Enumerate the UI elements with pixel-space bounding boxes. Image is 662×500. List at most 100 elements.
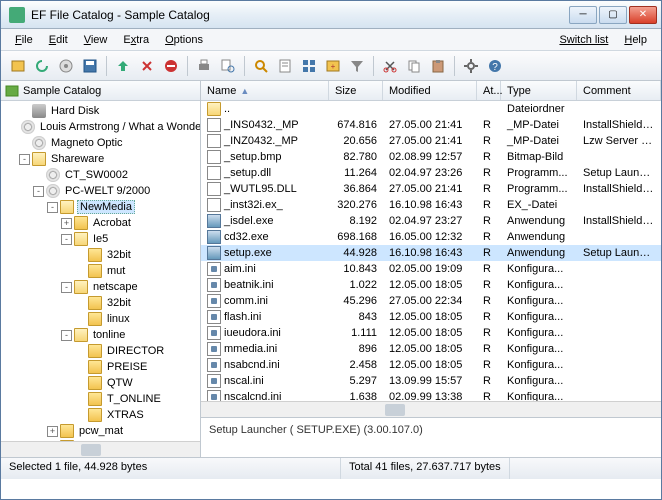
tb-search-icon[interactable]	[250, 55, 272, 77]
tree-node[interactable]: XTRAS	[1, 407, 200, 423]
col-attributes[interactable]: At...	[477, 81, 501, 100]
menu-view[interactable]: View	[76, 32, 116, 48]
tb-up-icon[interactable]	[112, 55, 134, 77]
file-row[interactable]: aim.ini10.84302.05.00 19:09RKonfigura...	[201, 261, 661, 277]
tb-preview-icon[interactable]	[217, 55, 239, 77]
file-row[interactable]: _isdel.exe8.19202.04.97 23:27RAnwendungI…	[201, 213, 661, 229]
file-row[interactable]: nsabcnd.ini2.45812.05.00 18:05RKonfigura…	[201, 357, 661, 373]
ini-icon	[207, 278, 221, 292]
file-comment: InstallShield Deleter. (2.	[577, 215, 661, 227]
tree-node[interactable]: -Ie5	[1, 231, 200, 247]
tree-node[interactable]: T_ONLINE	[1, 391, 200, 407]
tree-node[interactable]: CT_SW0002	[1, 167, 200, 183]
collapse-icon[interactable]: -	[61, 330, 72, 341]
tb-copy-icon[interactable]	[403, 55, 425, 77]
tb-add-disk-icon[interactable]	[55, 55, 77, 77]
file-row[interactable]: _WUTL95.DLL36.86427.05.00 21:41RProgramm…	[201, 181, 661, 197]
file-row[interactable]: _inst32i.ex_320.27616.10.98 16:43REX_-Da…	[201, 197, 661, 213]
collapse-icon[interactable]: -	[47, 202, 58, 213]
tree-node[interactable]: +Acrobat	[1, 215, 200, 231]
tree-node[interactable]: QTW	[1, 375, 200, 391]
exp-spacer	[33, 170, 44, 181]
tb-delete-icon[interactable]	[136, 55, 158, 77]
file-list[interactable]: ..Dateiordner_INS0432._MP674.81627.05.00…	[201, 101, 661, 401]
col-modified[interactable]: Modified	[383, 81, 477, 100]
file-row[interactable]: _setup.bmp82.78002.08.99 12:57RBitmap-Bi…	[201, 149, 661, 165]
file-row[interactable]: nscal.ini5.29713.09.99 15:57RKonfigura..…	[201, 373, 661, 389]
menu-extra[interactable]: Extra	[115, 32, 157, 48]
tree-node[interactable]: -NewMedia	[1, 199, 200, 215]
file-row[interactable]: cd32.exe698.16816.05.00 12:32RAnwendung	[201, 229, 661, 245]
tb-catalog-icon[interactable]	[7, 55, 29, 77]
file-row[interactable]: _INZ0432._MP20.65627.05.00 21:41R_MP-Dat…	[201, 133, 661, 149]
tree-view[interactable]: Hard DiskLouis Armstrong / What a WondeM…	[1, 101, 200, 441]
tb-paste-icon[interactable]	[427, 55, 449, 77]
collapse-icon[interactable]: -	[19, 154, 30, 165]
tree-node[interactable]: Louis Armstrong / What a Wonde	[1, 119, 200, 135]
tree-node[interactable]: Hard Disk	[1, 103, 200, 119]
tree-node[interactable]: 32bit	[1, 295, 200, 311]
tb-grid-icon[interactable]	[298, 55, 320, 77]
maximize-button[interactable]: ▢	[599, 6, 627, 24]
svg-text:+: +	[331, 62, 336, 71]
tb-settings-icon[interactable]	[460, 55, 482, 77]
disk-icon	[32, 136, 46, 150]
tree-node[interactable]: PREISE	[1, 359, 200, 375]
file-type: Bitmap-Bild	[501, 151, 577, 163]
file-icon	[207, 118, 221, 132]
file-row[interactable]: _INS0432._MP674.81627.05.00 21:41R_MP-Da…	[201, 117, 661, 133]
expand-icon[interactable]: +	[61, 218, 72, 229]
tb-refresh-icon[interactable]	[31, 55, 53, 77]
collapse-icon[interactable]: -	[61, 282, 72, 293]
tb-save-icon[interactable]	[79, 55, 101, 77]
tree-node[interactable]: -PC-WELT 9/2000	[1, 183, 200, 199]
file-row[interactable]: _setup.dll11.26402.04.97 23:26RProgramm.…	[201, 165, 661, 181]
close-button[interactable]: ✕	[629, 6, 657, 24]
tree-node[interactable]: DIRECTOR	[1, 343, 200, 359]
tree-node[interactable]: Magneto Optic	[1, 135, 200, 151]
tree-node[interactable]: linux	[1, 311, 200, 327]
tb-recurse-icon[interactable]: +	[322, 55, 344, 77]
tb-properties-icon[interactable]	[274, 55, 296, 77]
file-row[interactable]: mmedia.ini89612.05.00 18:05RKonfigura...	[201, 341, 661, 357]
menu-file[interactable]: File	[7, 32, 41, 48]
expand-icon[interactable]: +	[47, 426, 58, 437]
tree-node[interactable]: 32bit	[1, 247, 200, 263]
col-comment[interactable]: Comment	[577, 81, 661, 100]
file-name: beatnik.ini	[224, 279, 274, 291]
file-row[interactable]: ..Dateiordner	[201, 101, 661, 117]
file-row[interactable]: iueudora.ini1.11112.05.00 18:05RKonfigur…	[201, 325, 661, 341]
menu-edit[interactable]: Edit	[41, 32, 76, 48]
tree-node[interactable]: -netscape	[1, 279, 200, 295]
tb-stop-icon[interactable]	[160, 55, 182, 77]
file-row[interactable]: nscalcnd.ini1.63802.09.99 13:38RKonfigur…	[201, 389, 661, 401]
file-name: _INS0432._MP	[224, 119, 299, 131]
file-size: 698.168	[329, 231, 383, 243]
menu-help[interactable]: Help	[616, 32, 655, 48]
col-size[interactable]: Size	[329, 81, 383, 100]
file-size: 843	[329, 311, 383, 323]
menu-options[interactable]: Options	[157, 32, 211, 48]
file-type: Konfigura...	[501, 375, 577, 387]
tb-filter-icon[interactable]	[346, 55, 368, 77]
collapse-icon[interactable]: -	[61, 234, 72, 245]
file-row[interactable]: beatnik.ini1.02212.05.00 18:05RKonfigura…	[201, 277, 661, 293]
tree-hscrollbar[interactable]	[1, 441, 200, 457]
file-row[interactable]: setup.exe44.92816.10.98 16:43RAnwendungS…	[201, 245, 661, 261]
tree-node[interactable]: +pcw_mat	[1, 423, 200, 439]
tb-cut-icon[interactable]	[379, 55, 401, 77]
col-type[interactable]: Type	[501, 81, 577, 100]
minimize-button[interactable]: ─	[569, 6, 597, 24]
menu-switch-list[interactable]: Switch list	[551, 32, 616, 48]
list-hscrollbar[interactable]	[201, 401, 661, 417]
tb-print-icon[interactable]	[193, 55, 215, 77]
tree-node[interactable]: mut	[1, 263, 200, 279]
tb-help-icon[interactable]: ?	[484, 55, 506, 77]
col-name[interactable]: Name ▲	[201, 81, 329, 100]
collapse-icon[interactable]: -	[33, 186, 44, 197]
file-row[interactable]: flash.ini84312.05.00 18:05RKonfigura...	[201, 309, 661, 325]
file-row[interactable]: comm.ini45.29627.05.00 22:34RKonfigura..…	[201, 293, 661, 309]
tree-node-label: tonline	[91, 329, 127, 341]
tree-node[interactable]: - tonline	[1, 327, 200, 343]
tree-node[interactable]: -Shareware	[1, 151, 200, 167]
